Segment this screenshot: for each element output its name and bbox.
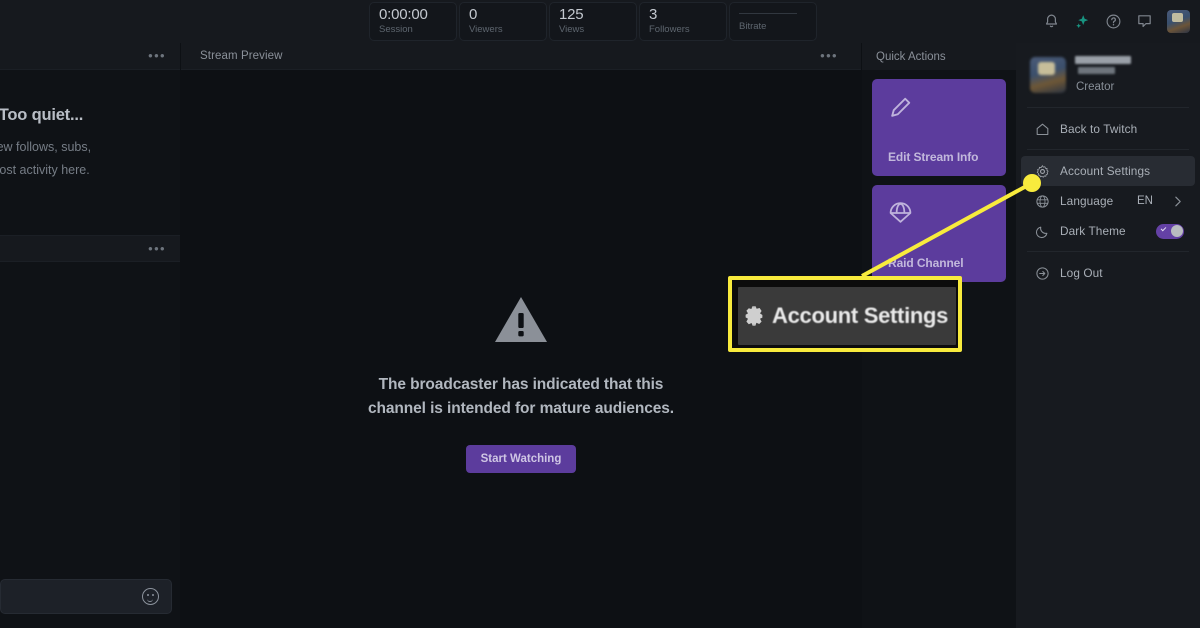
activity-sidebar: ••• . Too quiet... r new follows, subs, … (0, 43, 180, 628)
menu-item-dark-theme[interactable]: Dark Theme (1021, 216, 1195, 246)
quick-actions-header: Quick Actions (862, 43, 1016, 70)
quick-actions-title: Quick Actions (876, 50, 946, 63)
moon-icon (1035, 226, 1048, 238)
bell-icon[interactable] (1043, 13, 1060, 30)
brand-area: er (0, 0, 180, 43)
menu-item-label: Language (1060, 194, 1114, 208)
mature-warning-line-1: The broadcaster has indicated that this (378, 376, 664, 393)
stat-session: 0:00:00 Session (369, 2, 457, 41)
stat-value: 125 (559, 6, 584, 23)
menu-item-label: Back to Twitch (1060, 122, 1138, 136)
callout-content: Account Settings (738, 287, 956, 345)
stat-value: 0:00:00 (379, 6, 428, 23)
username-redacted-secondary (1078, 67, 1115, 74)
stat-followers: 3 Followers (639, 2, 727, 41)
menu-item-log-out[interactable]: Log Out (1021, 258, 1195, 288)
stream-preview-header: Stream Preview ••• (181, 43, 861, 70)
raid-channel-card[interactable]: Raid Channel (872, 185, 1006, 282)
chevron-right-icon (1175, 196, 1181, 206)
stat-label: Views (559, 24, 585, 35)
menu-item-label: Dark Theme (1060, 224, 1126, 238)
callout-label: Account Settings (772, 303, 949, 328)
empty-state-subtitle-line-1: r new follows, subs, (0, 140, 92, 154)
stat-label: Followers (649, 24, 690, 35)
logout-icon (1036, 266, 1049, 280)
stream-preview-title: Stream Preview (200, 50, 283, 62)
gear-icon (745, 306, 763, 326)
account-user-header[interactable]: Creator (1016, 43, 1200, 102)
avatar (1030, 56, 1066, 93)
divider (1027, 149, 1189, 150)
chat-input[interactable] (0, 579, 172, 614)
account-name-block: Creator (1075, 56, 1131, 93)
stat-views: 125 Views (549, 2, 637, 41)
empty-state-subtitle-line-2: d host activity here. (0, 163, 90, 177)
divider (1027, 107, 1189, 108)
username-redacted (1075, 56, 1131, 64)
divider (1027, 251, 1189, 252)
toggle-knob (1170, 225, 1183, 237)
account-dropdown-menu: Creator Back to Twitch Account Settings (1016, 43, 1200, 628)
menu-group-session: Log Out (1016, 258, 1200, 288)
stats-bar: 0:00:00 Session 0 Viewers 125 Views 3 Fo… (180, 2, 1008, 41)
stream-preview-menu-icon[interactable]: ••• (820, 49, 838, 62)
activity-feed-header: ••• (0, 43, 180, 70)
menu-item-back-to-twitch[interactable]: Back to Twitch (1021, 114, 1195, 144)
home-icon (1036, 123, 1049, 135)
stat-bitrate: Bitrate (729, 2, 817, 41)
activity-feed-empty-state: . Too quiet... r new follows, subs, d ho… (0, 70, 180, 182)
parachute-icon (889, 202, 912, 223)
stat-label: Session (379, 24, 413, 35)
activity-feed-menu-icon[interactable]: ••• (148, 49, 166, 62)
mature-warning-line-2: channel is intended for mature audiences… (368, 400, 674, 417)
menu-item-language[interactable]: Language EN (1021, 186, 1195, 216)
chat-panel-header: ••• (0, 235, 180, 262)
callout-magnifier-box: Account Settings (728, 276, 962, 352)
empty-state-title: . Too quiet... (0, 106, 84, 124)
stat-value: 3 (649, 6, 658, 23)
stat-label: Bitrate (739, 20, 767, 32)
menu-group-navigation: Back to Twitch (1016, 114, 1200, 144)
gear-icon (1036, 164, 1049, 178)
creator-dashboard: er 0:00:00 Session 0 Viewers 125 Views 3… (0, 0, 1200, 628)
pencil-icon (891, 97, 911, 117)
smiley-icon[interactable] (142, 588, 159, 605)
stat-viewers: 0 Viewers (459, 2, 547, 41)
bitrate-empty-indicator (739, 12, 797, 14)
menu-item-label: Log Out (1060, 266, 1103, 280)
stat-label: Viewers (469, 24, 503, 35)
check-icon (1160, 225, 1167, 232)
stat-value: 0 (469, 6, 478, 23)
chat-bubble-icon[interactable] (1136, 13, 1153, 30)
quick-action-label: Raid Channel (888, 256, 964, 270)
dark-theme-toggle[interactable] (1156, 223, 1184, 239)
menu-item-account-settings[interactable]: Account Settings (1021, 156, 1195, 186)
help-icon[interactable] (1105, 13, 1122, 30)
edit-stream-info-card[interactable]: Edit Stream Info (872, 79, 1006, 176)
sparkle-icon[interactable] (1074, 13, 1091, 30)
warning-triangle-icon (495, 297, 547, 342)
chat-panel-menu-icon[interactable]: ••• (148, 242, 166, 255)
globe-icon (1036, 194, 1049, 208)
quick-action-label: Edit Stream Info (888, 150, 979, 164)
topbar-actions (1008, 0, 1200, 43)
chat-panel: ••• (0, 235, 180, 262)
avatar[interactable] (1167, 10, 1190, 33)
language-value: EN (1137, 195, 1153, 207)
top-bar: er 0:00:00 Session 0 Viewers 125 Views 3… (0, 0, 1200, 43)
menu-item-label: Account Settings (1060, 164, 1151, 178)
start-watching-button[interactable]: Start Watching (465, 445, 577, 473)
account-role-label: Creator (1076, 81, 1115, 93)
menu-group-settings: Account Settings Language EN Dark Theme (1016, 156, 1200, 246)
